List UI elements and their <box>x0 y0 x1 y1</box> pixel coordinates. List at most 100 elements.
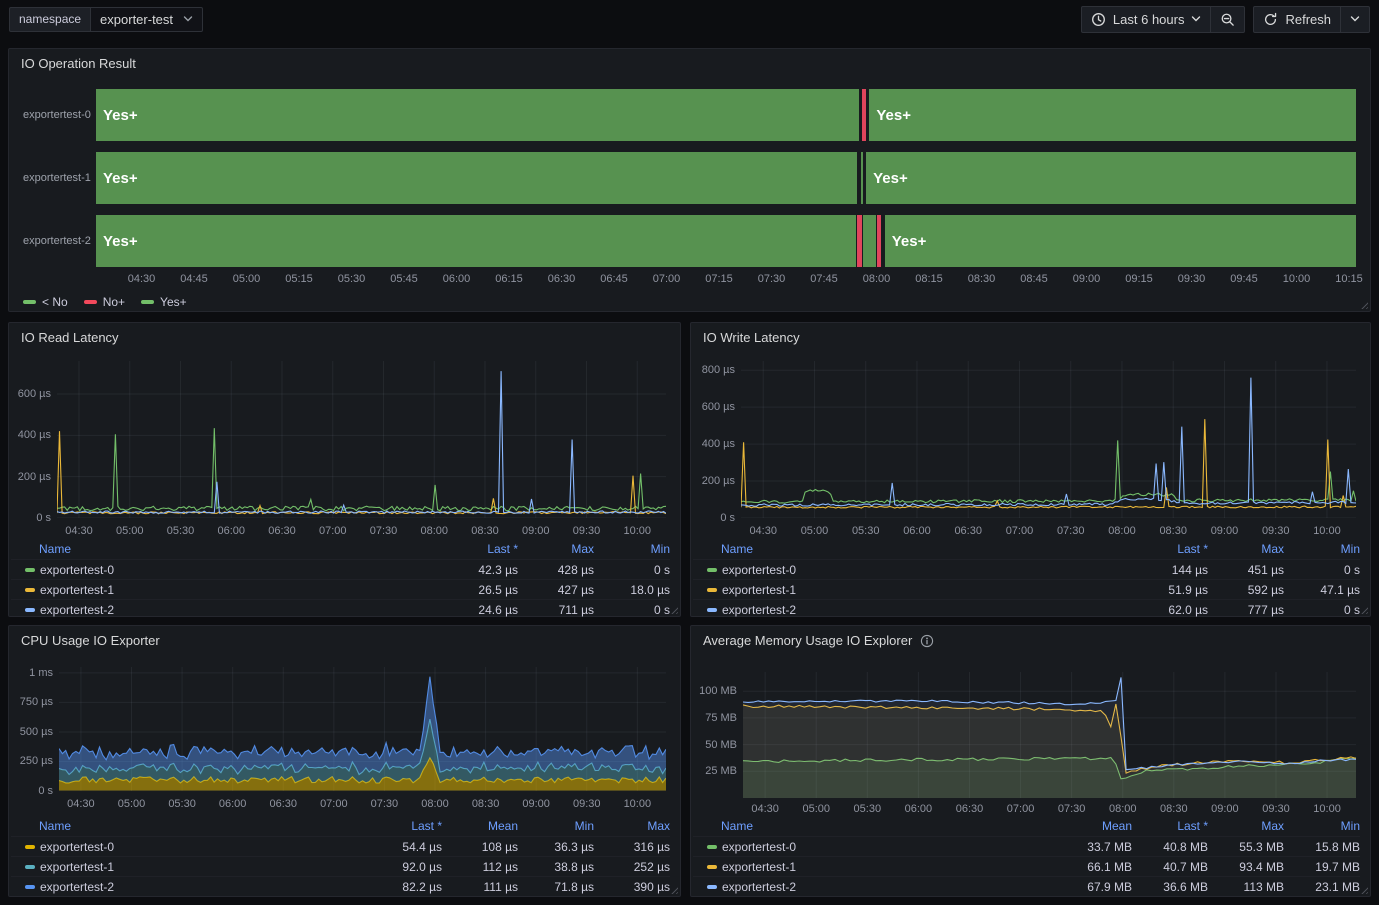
panel-title[interactable]: Average Memory Usage IO Explorer <box>703 633 934 648</box>
namespace-dropdown[interactable]: exporter-test <box>91 7 203 32</box>
state-timeline: exportertest-0Yes+Yes+exportertest-1Yes+… <box>9 49 1370 311</box>
x-tick-label: 09:30 <box>1254 803 1298 815</box>
legend-header-column[interactable]: Min <box>518 819 594 833</box>
legend-header-row: NameLast *MaxMin <box>693 539 1360 559</box>
legend-header-column[interactable]: Min <box>1284 819 1360 833</box>
legend-value: 18.0 µs <box>594 583 670 597</box>
x-tick-label: 05:00 <box>792 525 836 537</box>
legend-header-column[interactable]: Last * <box>442 542 518 556</box>
legend-row: exportertest-282.2 µs111 µs71.8 µs390 µs <box>11 876 670 896</box>
series-name[interactable]: exportertest-2 <box>11 880 366 894</box>
series-name[interactable]: exportertest-2 <box>11 603 442 617</box>
legend-header-column[interactable]: Min <box>594 542 670 556</box>
template-variable: namespace exporter-test <box>9 7 203 32</box>
x-tick-label: 08:30 <box>1151 525 1195 537</box>
series-name[interactable]: exportertest-2 <box>693 603 1132 617</box>
series-name[interactable]: exportertest-1 <box>693 583 1132 597</box>
legend-header-column[interactable]: Max <box>518 542 594 556</box>
y-tick-label: 600 µs <box>9 388 51 400</box>
info-icon[interactable] <box>920 634 934 648</box>
series-name[interactable]: exportertest-2 <box>693 880 1056 894</box>
x-tick-label: 06:00 <box>896 803 940 815</box>
series-name[interactable]: exportertest-1 <box>11 583 442 597</box>
x-tick-label: 09:00 <box>1203 803 1247 815</box>
series-name[interactable]: exportertest-1 <box>693 860 1056 874</box>
y-tick-label: 50 MB <box>695 739 737 751</box>
legend-value: 26.5 µs <box>442 583 518 597</box>
cpu-usage-plot[interactable] <box>59 667 666 791</box>
y-tick-label: 0 s <box>9 512 51 524</box>
legend-row: exportertest-054.4 µs108 µs36.3 µs316 µs <box>11 836 670 856</box>
series-name[interactable]: exportertest-0 <box>11 840 366 854</box>
series-name[interactable]: exportertest-0 <box>693 563 1132 577</box>
legend-header-column[interactable]: Max <box>1208 819 1284 833</box>
legend-header-column[interactable]: Mean <box>442 819 518 833</box>
legend-item[interactable]: No+ <box>84 295 125 309</box>
panel-title[interactable]: IO Write Latency <box>703 330 800 345</box>
legend-table: NameLast *MaxMinexportertest-0144 µs451 … <box>693 539 1360 619</box>
x-tick-label: 06:30 <box>946 525 990 537</box>
x-tick-label: 08:00 <box>1101 803 1145 815</box>
legend-header-name[interactable]: Name <box>693 819 1056 833</box>
legend-header-row: NameMeanLast *MaxMin <box>693 816 1360 836</box>
zoom-out-time-button[interactable] <box>1211 6 1245 33</box>
x-tick-label: 05:45 <box>382 273 426 285</box>
legend-header-column[interactable]: Mean <box>1056 819 1132 833</box>
x-tick-label: 09:30 <box>1254 525 1298 537</box>
timeline-segment <box>862 89 866 141</box>
panel-title[interactable]: CPU Usage IO Exporter <box>21 633 160 648</box>
legend-value: 0 s <box>1284 603 1360 617</box>
series-swatch <box>25 608 35 612</box>
io-write-latency-chart: 0 s200 µs400 µs600 µs800 µs04:3005:0005:… <box>691 323 1370 616</box>
avg-memory-usage-plot[interactable] <box>743 672 1356 798</box>
timeline-segment <box>857 215 862 267</box>
legend-header-name[interactable]: Name <box>11 542 442 556</box>
x-tick-label: 08:45 <box>1012 273 1056 285</box>
x-tick-label: 05:00 <box>225 273 269 285</box>
namespace-value: exporter-test <box>100 12 173 27</box>
legend-value: 93.4 MB <box>1208 860 1284 874</box>
refresh-interval-dropdown[interactable] <box>1341 6 1370 33</box>
panel-title-text: Average Memory Usage IO Explorer <box>703 633 912 648</box>
legend-header-column[interactable]: Last * <box>366 819 442 833</box>
series-name[interactable]: exportertest-0 <box>693 840 1056 854</box>
legend-value: 92.0 µs <box>366 860 442 874</box>
series-name[interactable]: exportertest-1 <box>11 860 366 874</box>
legend-item[interactable]: Yes+ <box>141 295 187 309</box>
x-tick-label: 06:15 <box>487 273 531 285</box>
legend-value: 316 µs <box>594 840 670 854</box>
legend-value: 111 µs <box>442 880 518 894</box>
x-tick-label: 04:30 <box>57 525 101 537</box>
legend-header-column[interactable]: Min <box>1284 542 1360 556</box>
time-range-picker[interactable]: Last 6 hours <box>1081 6 1212 33</box>
legend-header-column[interactable]: Last * <box>1132 542 1208 556</box>
panel-title[interactable]: IO Read Latency <box>21 330 119 345</box>
x-tick-label: 07:00 <box>645 273 689 285</box>
legend-header-column[interactable]: Max <box>594 819 670 833</box>
panel-cpu-usage: CPU Usage IO Exporter 0 s250 µs500 µs750… <box>8 625 681 897</box>
legend-row: exportertest-042.3 µs428 µs0 s <box>11 559 670 579</box>
x-tick-label: 05:30 <box>158 525 202 537</box>
x-tick-label: 04:45 <box>172 273 216 285</box>
panel-title[interactable]: IO Operation Result <box>21 56 136 71</box>
x-tick-label: 09:30 <box>565 798 609 810</box>
legend-item[interactable]: < No <box>23 295 68 309</box>
y-tick-label: 25 MB <box>695 765 737 777</box>
series-name[interactable]: exportertest-0 <box>11 563 442 577</box>
legend-header-name[interactable]: Name <box>693 542 1132 556</box>
y-tick-label: 500 µs <box>11 726 53 738</box>
legend-header-column[interactable]: Last * <box>1132 819 1208 833</box>
refresh-button[interactable]: Refresh <box>1253 6 1341 33</box>
avg-memory-usage-chart: 25 MB50 MB75 MB100 MB04:3005:0005:3006:0… <box>691 626 1370 896</box>
series-swatch <box>84 300 97 304</box>
panel-avg-memory-usage: Average Memory Usage IO Explorer 25 MB 50… <box>690 625 1371 897</box>
legend-row: exportertest-0144 µs451 µs0 s <box>693 559 1360 579</box>
y-tick-label: 800 µs <box>693 364 735 376</box>
legend-value: 108 µs <box>442 840 518 854</box>
legend-header-column[interactable]: Max <box>1208 542 1284 556</box>
io-write-latency-plot[interactable] <box>741 361 1356 518</box>
io-read-latency-plot[interactable] <box>57 361 666 518</box>
x-tick-label: 10:00 <box>1305 803 1349 815</box>
legend-header-name[interactable]: Name <box>11 819 366 833</box>
x-tick-label: 07:30 <box>1050 803 1094 815</box>
